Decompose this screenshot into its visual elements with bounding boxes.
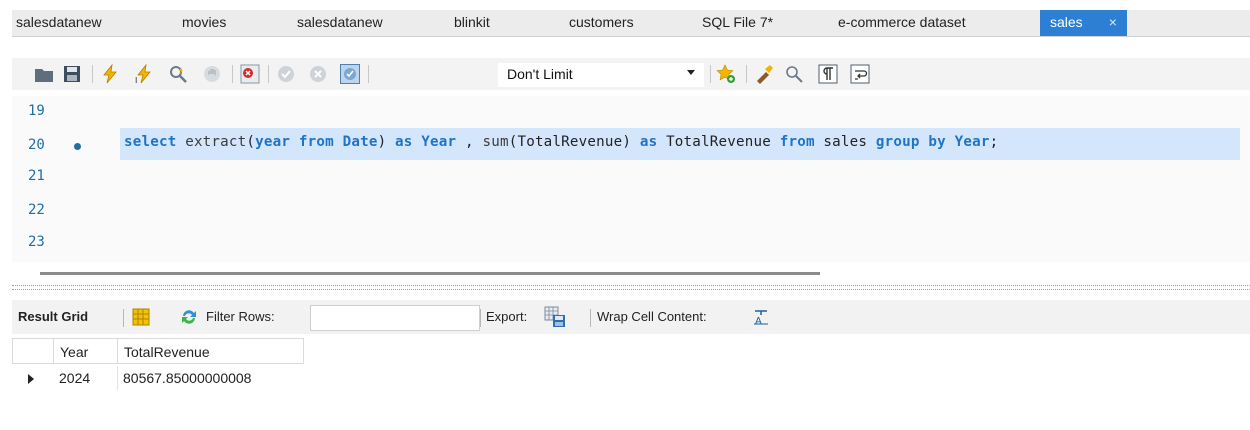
explain-icon[interactable] [168, 64, 188, 84]
commit-icon[interactable] [276, 64, 296, 84]
sql-token: ( [246, 134, 256, 150]
stop-icon[interactable] [202, 64, 222, 84]
wrap-icon[interactable] [850, 64, 870, 84]
toolbar-separator [123, 309, 124, 327]
close-icon[interactable]: × [1109, 14, 1117, 30]
sql-token: Year [954, 134, 990, 150]
sql-token: group [875, 134, 920, 150]
panel-splitter[interactable] [12, 285, 1250, 290]
svg-text:I: I [135, 76, 137, 84]
sql-token: as [395, 134, 413, 150]
wrap-cell-icon[interactable]: A [753, 309, 769, 325]
save-icon[interactable] [62, 64, 82, 84]
query-toolbar: I Don't Limit [12, 58, 1250, 90]
statement-marker-icon [74, 143, 81, 150]
sql-token: ; [989, 134, 999, 150]
sql-token: from [779, 134, 815, 150]
column-header-totalrevenue[interactable]: TotalRevenue [117, 338, 304, 364]
sql-token: Year [421, 134, 457, 150]
rollback-icon[interactable] [308, 64, 328, 84]
execute-current-icon[interactable]: I [134, 64, 154, 84]
toolbar-separator [92, 65, 93, 83]
sql-token: sum [482, 134, 509, 150]
limit-rows-select[interactable]: Don't Limit [498, 63, 704, 87]
row-header-corner [12, 338, 54, 364]
refresh-icon[interactable] [180, 308, 198, 326]
filter-rows-input[interactable] [310, 305, 480, 331]
line-number: 22 [28, 202, 45, 218]
toolbar-separator [480, 309, 481, 327]
tab-sales-label: sales [1050, 14, 1083, 30]
error-toggle-icon[interactable] [240, 64, 260, 84]
invisible-chars-icon[interactable] [818, 64, 838, 84]
tab-sales[interactable]: sales × [1040, 10, 1127, 36]
grid-layout-icon[interactable] [132, 308, 150, 326]
toolbar-separator [268, 65, 269, 83]
chevron-down-icon [687, 70, 695, 75]
toolbar-separator [746, 65, 747, 83]
toolbar-separator [590, 309, 591, 327]
toolbar-separator [710, 65, 711, 83]
sql-editor[interactable] [12, 96, 1250, 262]
sql-token: as [639, 134, 658, 150]
result-grid-tab[interactable]: Result Grid [18, 309, 88, 324]
sql-statement[interactable]: select extract(year from Date) as Year ,… [124, 134, 998, 150]
current-row-arrow-icon [28, 374, 34, 384]
tab-salesdatanew[interactable]: salesdatanew [16, 10, 102, 36]
line-number: 21 [28, 168, 45, 184]
sql-token: Date [342, 134, 378, 150]
sql-token: , [456, 134, 483, 150]
sql-token: (TotalRevenue) [508, 134, 640, 150]
open-folder-icon[interactable] [34, 64, 54, 84]
result-toolbar: Result Grid Filter Rows: Export: Wrap Ce… [12, 300, 1250, 334]
limit-rows-value: Don't Limit [507, 66, 573, 82]
sql-token: extract [185, 134, 247, 150]
line-number: 23 [28, 234, 45, 250]
export-icon[interactable] [544, 306, 566, 328]
tab-salesdatanew-2[interactable]: salesdatanew [297, 10, 383, 36]
wrap-cell-label: Wrap Cell Content: [597, 309, 707, 324]
tab-customers[interactable]: customers [569, 10, 634, 36]
beautify-icon[interactable] [754, 64, 774, 84]
find-icon[interactable] [784, 64, 804, 84]
tab-bar: salesdatanew movies salesdatanew blinkit… [12, 10, 1250, 37]
sql-token: sales [814, 134, 876, 150]
sql-token: ) [377, 134, 396, 150]
filter-rows-label: Filter Rows: [206, 309, 275, 324]
export-label: Export: [486, 309, 528, 324]
tab-e-commerce-dataset[interactable]: e-commerce dataset [838, 10, 966, 36]
tab-movies[interactable]: movies [182, 10, 226, 36]
toolbar-separator [368, 65, 369, 83]
line-number: 19 [28, 103, 45, 119]
table-cell-year[interactable]: 2024 [53, 366, 118, 390]
horizontal-scrollbar[interactable] [40, 272, 820, 275]
tab-sql-file-7[interactable]: SQL File 7* [702, 10, 773, 36]
tab-blinkit[interactable]: blinkit [454, 10, 490, 36]
sql-token: from [298, 134, 334, 150]
execute-icon[interactable] [100, 64, 120, 84]
autocommit-icon[interactable] [340, 64, 360, 84]
line-number: 20 [28, 137, 45, 153]
column-header-year[interactable]: Year [53, 338, 118, 364]
toolbar-separator [232, 65, 233, 83]
sql-token: year [255, 134, 291, 150]
sql-token: by [928, 134, 946, 150]
sql-token: select [124, 134, 177, 150]
bookmark-icon[interactable] [716, 64, 736, 84]
table-cell-totalrevenue[interactable]: 80567.85000000008 [117, 366, 304, 390]
sql-token: TotalRevenue [657, 134, 780, 150]
